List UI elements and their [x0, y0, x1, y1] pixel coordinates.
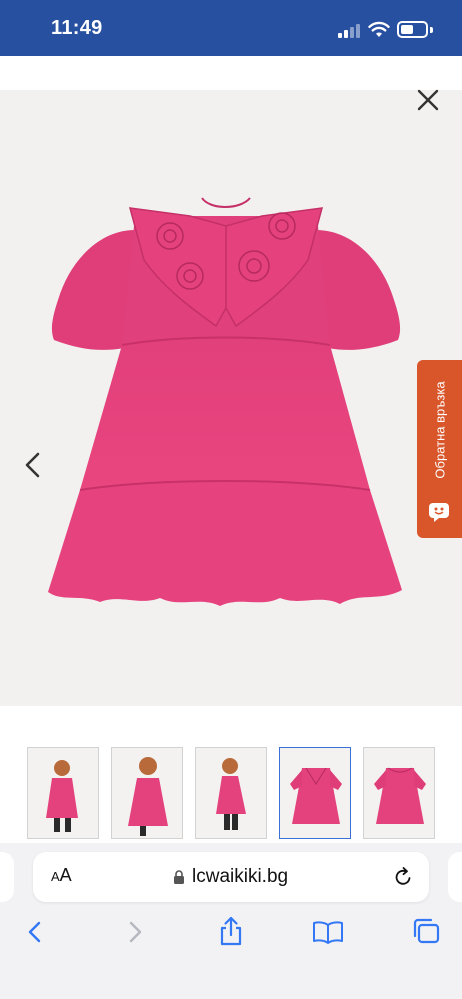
- product-image-dress: [48, 197, 402, 606]
- url-display[interactable]: lcwaikiki.bg: [173, 866, 288, 888]
- thumbnail-5[interactable]: [363, 747, 435, 839]
- thumbnail-4[interactable]: [279, 747, 351, 839]
- address-bar[interactable]: AA lcwaikiki.bg: [33, 852, 429, 902]
- text-size-small: A: [51, 869, 60, 884]
- bookmarks-icon[interactable]: [312, 920, 344, 944]
- feedback-tab[interactable]: Обратна връзка: [417, 360, 462, 538]
- feedback-label-wrap: Обратна връзка: [417, 360, 462, 500]
- thumbnail-image: [216, 758, 246, 830]
- battery-tip: [430, 27, 433, 33]
- previous-tab-peek[interactable]: [0, 852, 14, 902]
- thumbnail-image: [374, 767, 426, 824]
- thumbnail-1[interactable]: [27, 747, 99, 839]
- url-text: lcwaikiki.bg: [192, 866, 289, 887]
- thumbnail-2[interactable]: [111, 747, 183, 839]
- lock-icon: [174, 870, 184, 884]
- browser-toolbar: AA lcwaikiki.bg: [0, 843, 462, 999]
- cellular-signal-icon: [338, 24, 362, 38]
- feedback-label: Обратна връзка: [432, 381, 447, 479]
- status-time: 11:49: [51, 17, 103, 39]
- thumbnail-strip: [0, 740, 462, 844]
- back-icon[interactable]: [24, 918, 46, 946]
- text-size-large: A: [59, 865, 72, 885]
- wifi-icon: [368, 21, 390, 37]
- thumbnail-image: [46, 760, 78, 832]
- tabs-icon[interactable]: [411, 917, 441, 945]
- forward-icon[interactable]: [124, 918, 146, 946]
- text-size-button[interactable]: AA: [51, 865, 72, 886]
- thumbnail-image: [290, 767, 342, 824]
- reload-icon[interactable]: [391, 865, 415, 889]
- thumbnail-3[interactable]: [195, 747, 267, 839]
- status-bar: 11:49: [0, 0, 462, 56]
- chat-face-icon: [429, 503, 449, 522]
- share-icon[interactable]: [217, 915, 245, 947]
- page: 11:49 Обратна връзка AA lcwaikiki.bg: [0, 0, 462, 999]
- close-icon[interactable]: [412, 84, 444, 116]
- battery-icon: [397, 21, 428, 38]
- next-tab-peek[interactable]: [448, 852, 462, 902]
- thumbnail-image: [128, 757, 168, 836]
